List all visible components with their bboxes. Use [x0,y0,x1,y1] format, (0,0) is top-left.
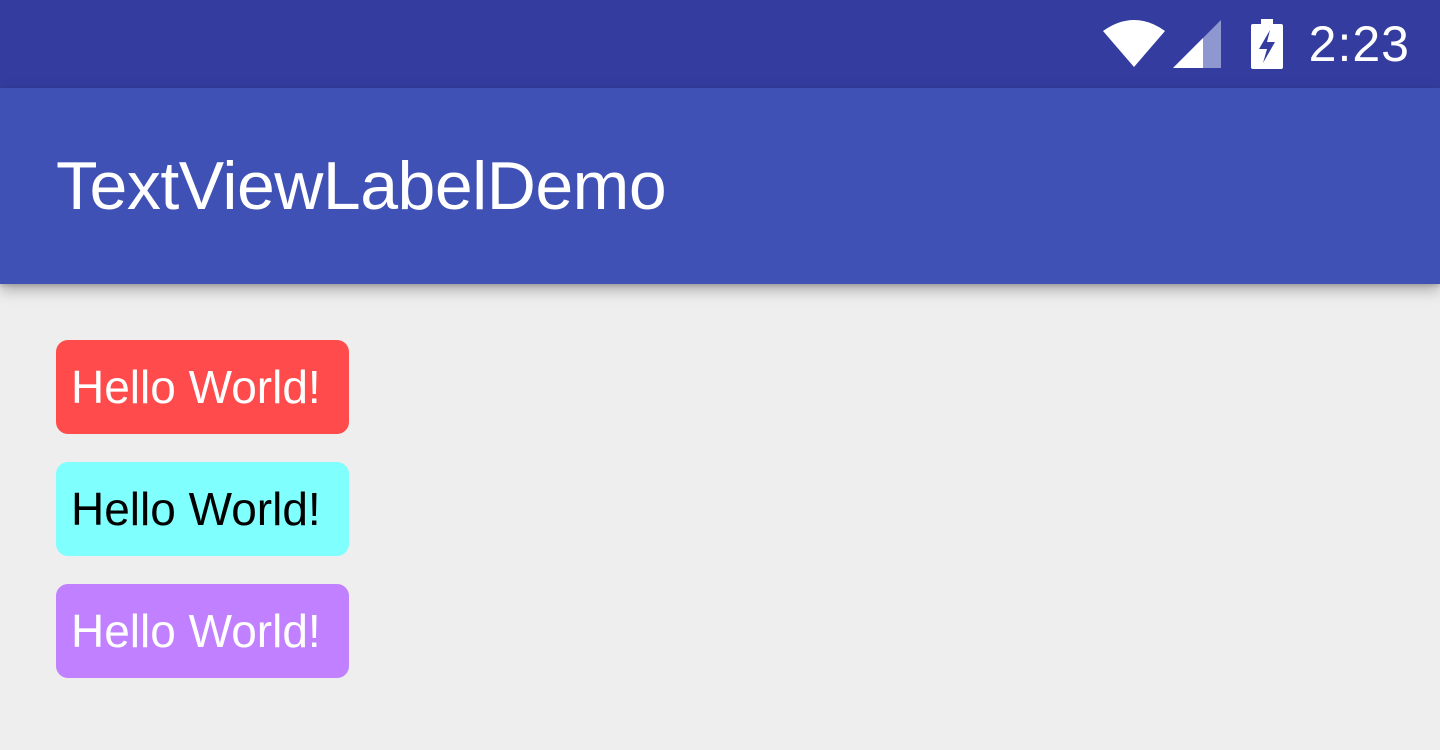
label-purple: Hello World! [56,584,349,678]
status-icons: 2:23 [1102,0,1410,88]
status-bar: 2:23 [0,0,1440,88]
label-cyan: Hello World! [56,462,349,556]
label-red: Hello World! [56,340,349,434]
app-bar: TextViewLabelDemo [0,88,1440,284]
wifi-icon [1102,19,1165,69]
content-area: Hello World! Hello World! Hello World! [56,340,349,706]
status-clock: 2:23 [1308,16,1410,72]
battery-charging-icon [1250,19,1283,69]
cell-signal-icon [1172,20,1221,68]
app-title: TextViewLabelDemo [56,148,667,224]
